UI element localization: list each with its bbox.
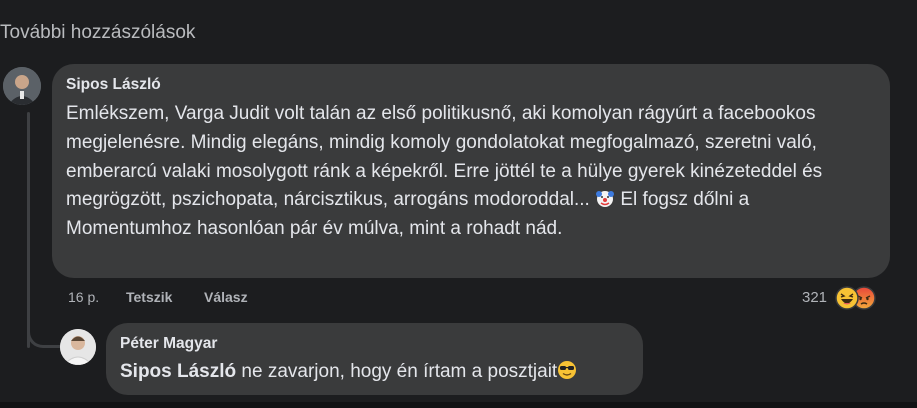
like-button[interactable]: Tetszik xyxy=(126,289,172,305)
reply-text: Sipos László ne zavarjon, hogy én írtam … xyxy=(120,359,577,385)
avatar[interactable] xyxy=(60,329,96,365)
comment-text: Emlékszem, Varga Judit volt talán az els… xyxy=(66,100,878,244)
reply-bubble: Péter Magyar Sipos László ne zavarjon, h… xyxy=(106,323,643,395)
bottom-edge xyxy=(0,402,917,408)
user-avatar-icon xyxy=(3,67,41,105)
sunglasses-face-icon xyxy=(557,360,577,380)
haha-reaction-icon xyxy=(835,286,859,310)
thread-line xyxy=(27,112,30,348)
more-comments-link[interactable]: További hozzászólások xyxy=(0,22,195,44)
comment-author[interactable]: Sipos László xyxy=(66,76,161,94)
reaction-count: 321 xyxy=(802,289,828,306)
comment-timestamp[interactable]: 16 p. xyxy=(68,289,99,305)
user-avatar-icon xyxy=(60,329,96,365)
comment-bubble: Sipos László Emlékszem, Varga Judit volt… xyxy=(52,64,890,278)
reply-text-body: ne zavarjon, hogy én írtam a posztjait xyxy=(236,361,558,382)
avatar[interactable] xyxy=(3,67,41,105)
clown-face-icon xyxy=(595,188,615,208)
mention-link[interactable]: Sipos László xyxy=(120,361,236,382)
reply-author[interactable]: Péter Magyar xyxy=(120,335,217,353)
reply-button[interactable]: Válasz xyxy=(204,289,248,305)
